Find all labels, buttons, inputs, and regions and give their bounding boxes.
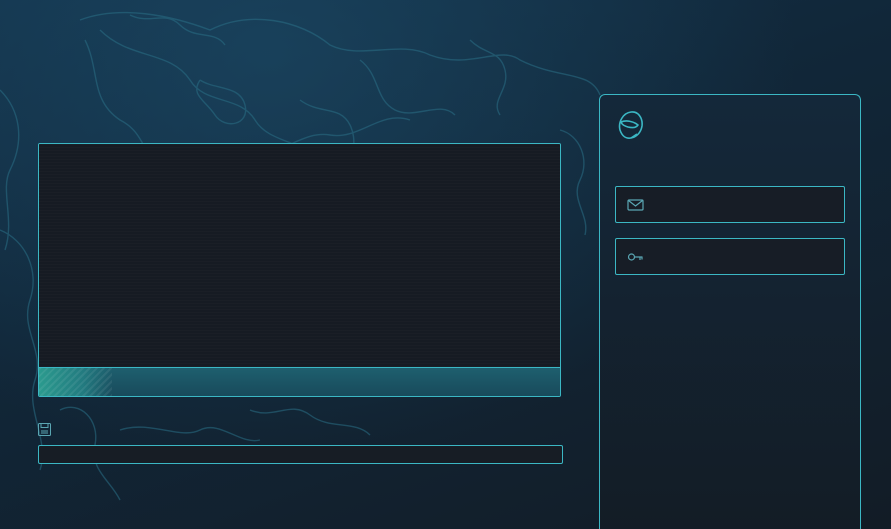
media-screen bbox=[39, 144, 560, 367]
file-path-field[interactable] bbox=[38, 445, 563, 464]
media-progress-bar[interactable] bbox=[39, 367, 560, 396]
app-window bbox=[0, 0, 891, 529]
login-panel bbox=[599, 94, 861, 529]
email-field[interactable] bbox=[615, 186, 845, 224]
save-icon[interactable] bbox=[38, 423, 51, 436]
envelope-icon bbox=[627, 199, 644, 211]
helmet-icon bbox=[618, 111, 643, 139]
media-progress-fill bbox=[39, 368, 112, 396]
password-input[interactable] bbox=[652, 239, 842, 276]
email-input[interactable] bbox=[652, 187, 842, 224]
media-preview-panel bbox=[38, 143, 561, 397]
key-icon bbox=[627, 253, 643, 261]
password-field[interactable] bbox=[615, 238, 845, 276]
